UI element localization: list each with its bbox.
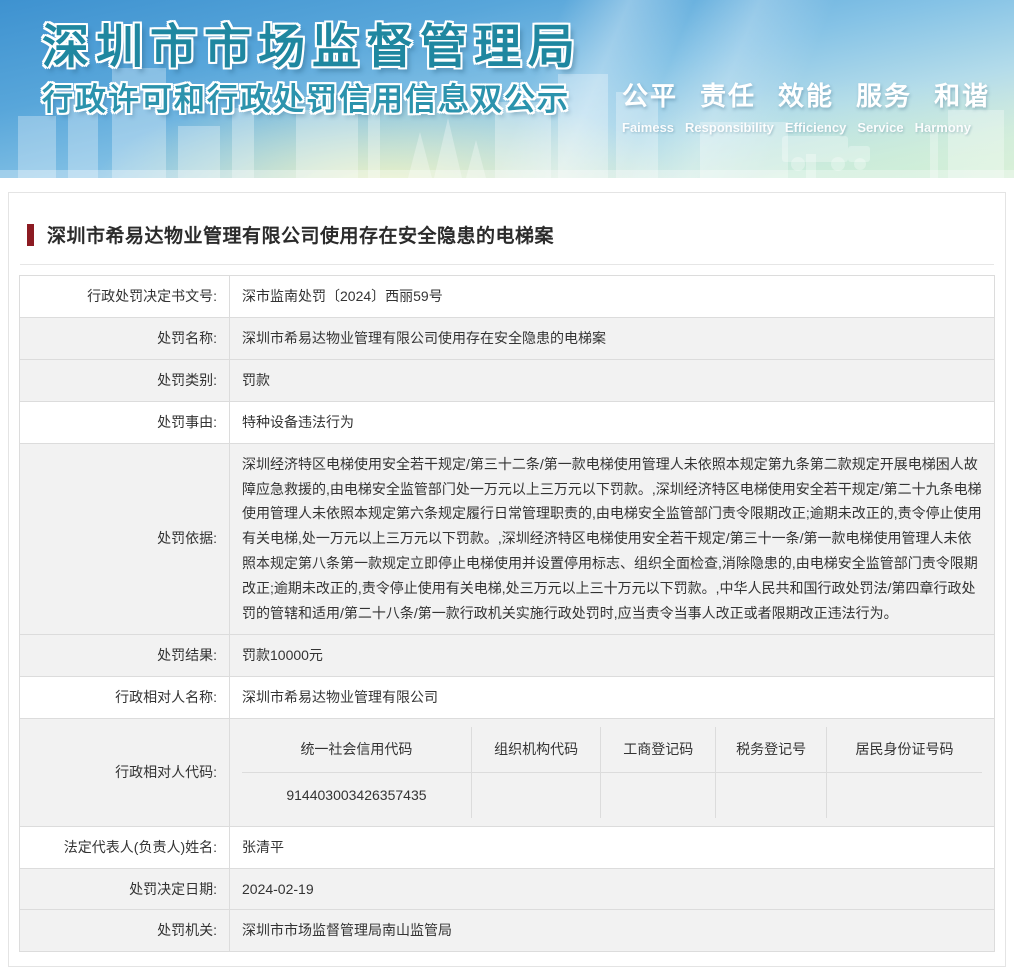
- row-value: 张清平: [229, 825, 995, 869]
- code-value: [470, 771, 601, 818]
- code-header: 税务登记号: [715, 726, 827, 773]
- row-value: 深圳市希易达物业管理有限公司: [229, 675, 995, 719]
- code-value-row: 914403003426357435: [242, 771, 982, 818]
- row-label: 行政相对人名称:: [19, 675, 230, 719]
- table-row: 行政处罚决定书文号: 深市监南处罚〔2024〕西丽59号: [19, 275, 995, 318]
- table-row-party-codes: 行政相对人代码: 统一社会信用代码 组织机构代码 工商登记码 税务登记号 居民身…: [19, 717, 995, 827]
- party-code-table: 统一社会信用代码 组织机构代码 工商登记码 税务登记号 居民身份证号码 9144…: [242, 726, 982, 818]
- penalty-detail-table: 行政处罚决定书文号: 深市监南处罚〔2024〕西丽59号 处罚名称: 深圳市希易…: [19, 275, 995, 953]
- table-row: 处罚类别: 罚款: [19, 358, 995, 402]
- motto-word-en: Responsibility: [685, 120, 774, 135]
- row-value: 特种设备违法行为: [229, 400, 995, 444]
- code-value: [715, 771, 827, 818]
- table-row: 处罚结果: 罚款10000元: [19, 633, 995, 677]
- row-label: 处罚依据:: [19, 442, 230, 635]
- row-label: 行政处罚决定书文号:: [19, 275, 230, 318]
- table-row: 处罚决定日期: 2024-02-19: [19, 867, 995, 911]
- row-value: 深圳市希易达物业管理有限公司使用存在安全隐患的电梯案: [229, 316, 995, 360]
- row-label: 处罚结果:: [19, 633, 230, 677]
- motto-english: Faimess Responsibility Efficiency Servic…: [622, 120, 997, 135]
- motto-chinese: 公平 责任 效能 服务 和谐: [622, 76, 997, 113]
- row-label: 处罚事由:: [19, 400, 230, 444]
- page: 深圳市市场监督管理局 行政许可和行政处罚信用信息双公示 公平 责任 效能 服务 …: [0, 0, 1014, 967]
- motto-word-en: Harmony: [914, 120, 971, 135]
- code-value: [826, 771, 982, 818]
- row-label: 处罚名称:: [19, 316, 230, 360]
- table-row: 处罚机关: 深圳市市场监督管理局南山监管局: [19, 909, 995, 953]
- code-header: 组织机构代码: [470, 726, 601, 773]
- table-row: 处罚名称: 深圳市希易达物业管理有限公司使用存在安全隐患的电梯案: [19, 316, 995, 360]
- row-label: 处罚机关:: [19, 909, 230, 953]
- code-header: 工商登记码: [600, 726, 716, 773]
- red-marker-bar: [27, 223, 34, 246]
- motto-word: 和谐: [934, 81, 991, 111]
- table-row: 行政相对人名称: 深圳市希易达物业管理有限公司: [19, 675, 995, 719]
- site-title: 深圳市市场监督管理局: [42, 20, 582, 73]
- row-value: 深圳市市场监督管理局南山监管局: [229, 909, 995, 953]
- row-value: 罚款10000元: [229, 633, 995, 677]
- case-title: 深圳市希易达物业管理有限公司使用存在安全隐患的电梯案: [47, 226, 555, 247]
- code-table-cell: 统一社会信用代码 组织机构代码 工商登记码 税务登记号 居民身份证号码 9144…: [229, 717, 995, 827]
- code-header-row: 统一社会信用代码 组织机构代码 工商登记码 税务登记号 居民身份证号码: [242, 726, 982, 773]
- header-divider: [20, 264, 994, 265]
- row-value: 2024-02-19: [229, 867, 995, 911]
- code-value: [600, 771, 716, 818]
- motto-word-en: Faimess: [622, 120, 675, 135]
- case-header: 深圳市希易达物业管理有限公司使用存在安全隐患的电梯案: [18, 221, 996, 248]
- motto-block: 公平 责任 效能 服务 和谐 Faimess Responsibility Ef…: [622, 76, 997, 135]
- motto-word-en: Efficiency: [784, 120, 847, 135]
- site-banner: 深圳市市场监督管理局 行政许可和行政处罚信用信息双公示 公平 责任 效能 服务 …: [0, 0, 1014, 178]
- code-header: 统一社会信用代码: [242, 726, 472, 773]
- row-value: 深市监南处罚〔2024〕西丽59号: [229, 275, 995, 318]
- row-label: 处罚决定日期:: [19, 867, 230, 911]
- motto-word: 责任: [700, 81, 757, 111]
- row-label: 法定代表人(负责人)姓名:: [19, 825, 230, 869]
- row-label: 处罚类别:: [19, 358, 230, 402]
- motto-word-en: Service: [857, 120, 904, 135]
- code-value: 914403003426357435: [242, 771, 472, 818]
- content-panel: 深圳市希易达物业管理有限公司使用存在安全隐患的电梯案 行政处罚决定书文号: 深市…: [8, 192, 1006, 967]
- table-row: 法定代表人(负责人)姓名: 张清平: [19, 825, 995, 869]
- row-value: 罚款: [229, 358, 995, 402]
- code-header: 居民身份证号码: [826, 726, 982, 773]
- table-row: 处罚事由: 特种设备违法行为: [19, 400, 995, 444]
- row-value: 深圳经济特区电梯使用安全若干规定/第三十二条/第一款电梯使用管理人未依照本规定第…: [229, 442, 995, 635]
- motto-word: 公平: [622, 81, 679, 111]
- motto-word: 效能: [778, 81, 835, 111]
- site-subtitle: 行政许可和行政处罚信用信息双公示: [42, 82, 570, 117]
- table-row-penalty-basis: 处罚依据: 深圳经济特区电梯使用安全若干规定/第三十二条/第一款电梯使用管理人未…: [19, 442, 995, 635]
- row-label: 行政相对人代码:: [19, 717, 230, 827]
- motto-word: 服务: [856, 81, 913, 111]
